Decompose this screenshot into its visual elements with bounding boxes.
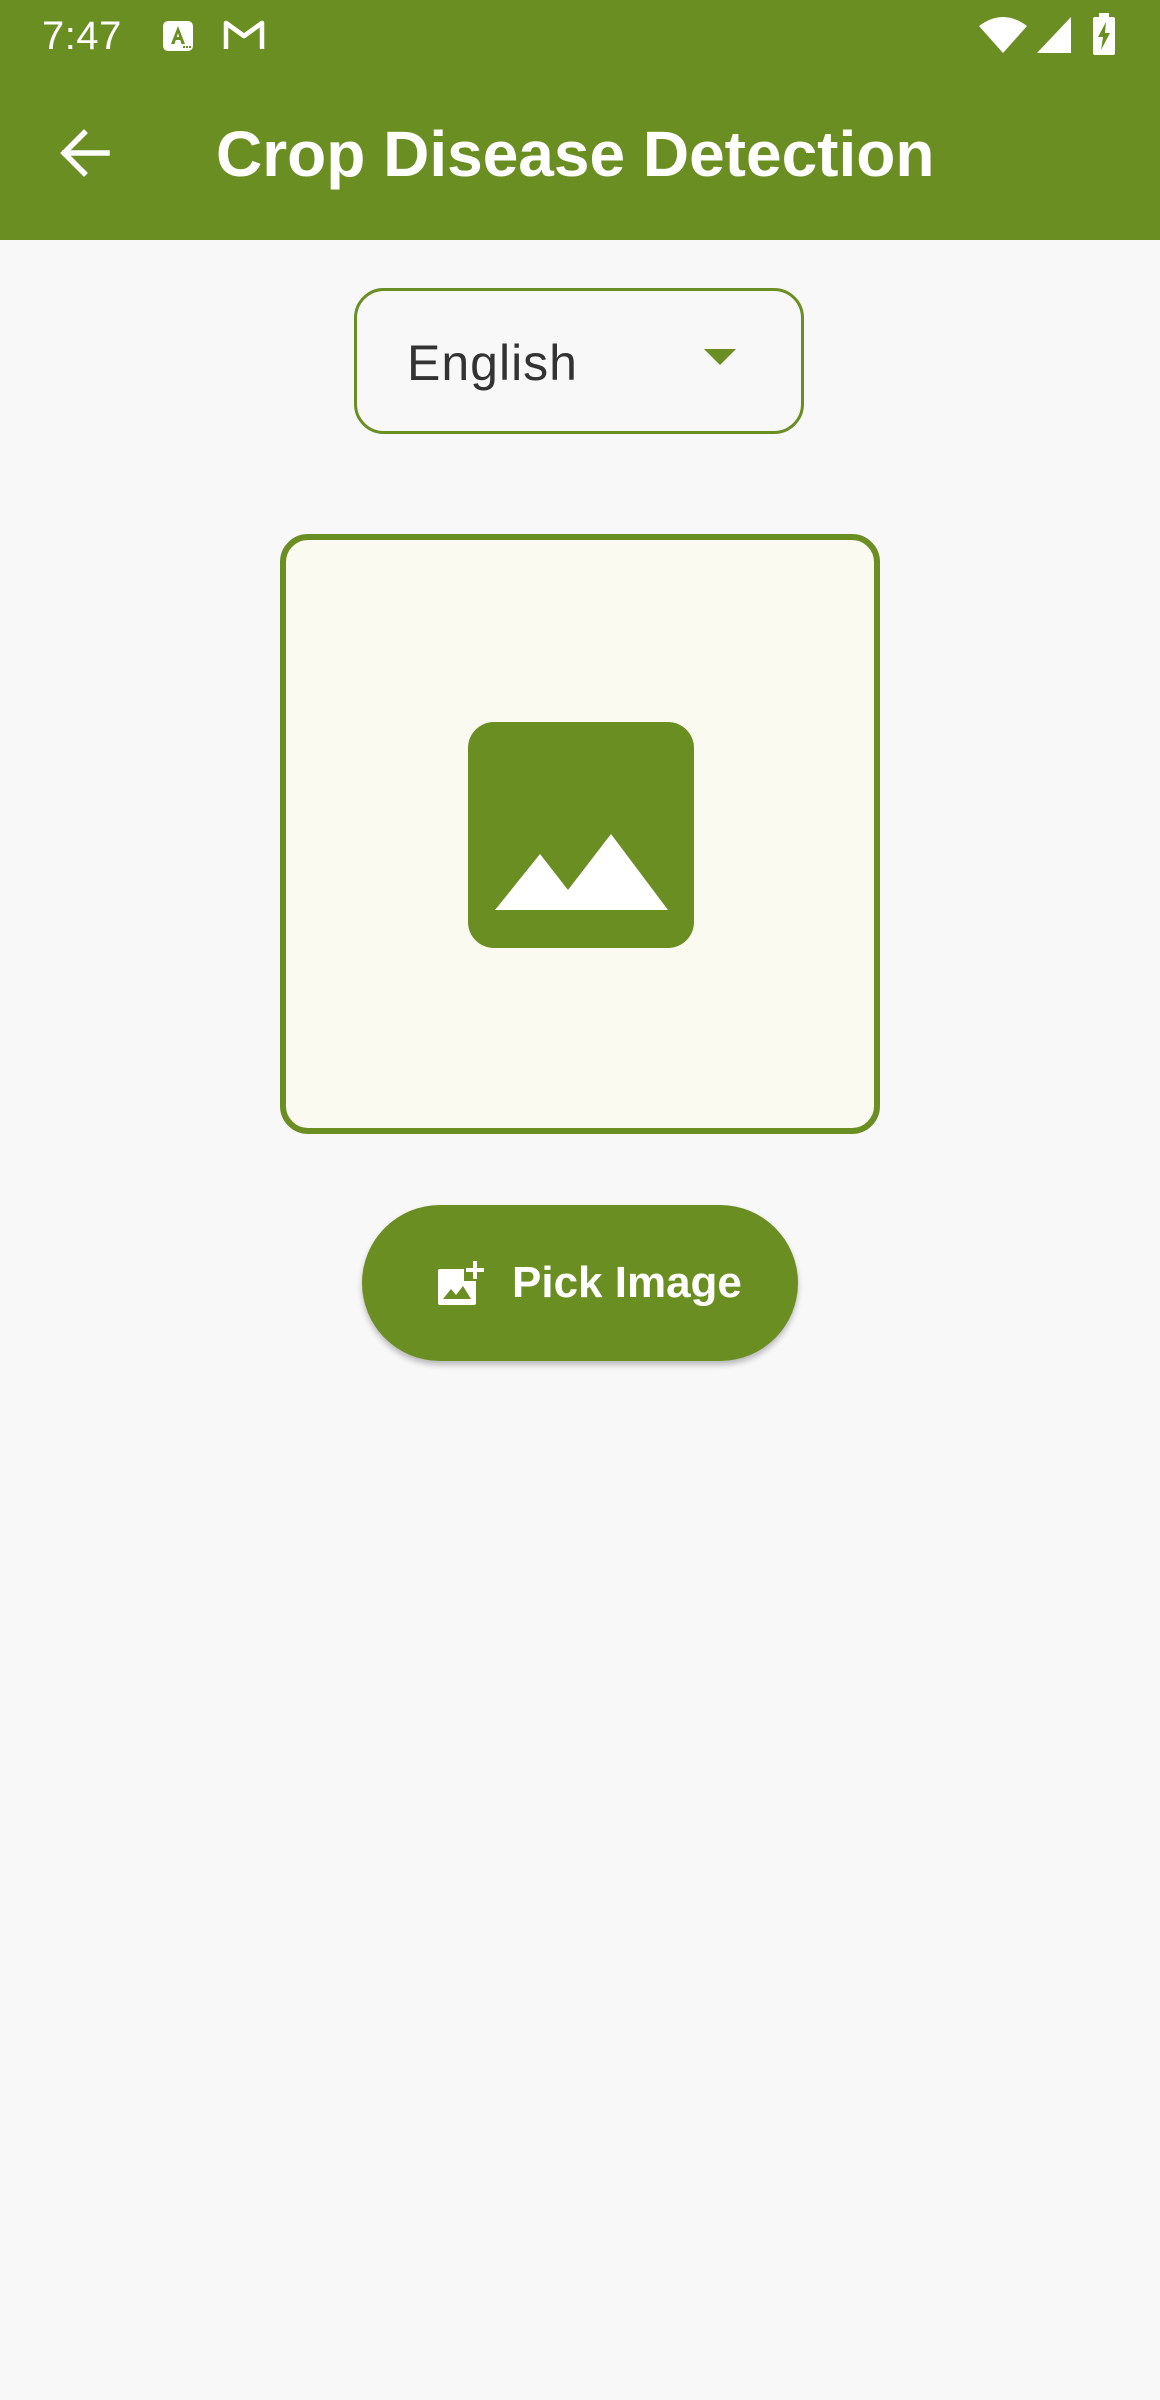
status-bar: 7:47 [0, 0, 1160, 70]
gmail-icon [223, 20, 265, 49]
app-header: 7:47 Crop Disease Detection [0, 0, 1160, 240]
language-selected-value: English [407, 335, 578, 391]
pick-image-label: Pick Image [512, 1258, 742, 1307]
status-time: 7:47 [42, 14, 122, 58]
cell-signal-icon [1037, 17, 1071, 53]
translate-icon [163, 21, 193, 51]
arrow-back-icon [60, 129, 110, 177]
toolbar: Crop Disease Detection [0, 70, 1160, 240]
dropdown-arrow-icon [704, 349, 736, 365]
page-title: Crop Disease Detection [216, 118, 935, 190]
image-placeholder-icon [468, 722, 694, 948]
pick-image-button[interactable]: Pick Image [362, 1205, 798, 1361]
wifi-icon [979, 17, 1027, 53]
back-button[interactable] [44, 113, 124, 193]
battery-charging-icon [1093, 13, 1115, 55]
image-preview-frame [280, 534, 880, 1134]
add-photo-icon [438, 1261, 484, 1305]
language-dropdown[interactable]: English [354, 288, 804, 434]
